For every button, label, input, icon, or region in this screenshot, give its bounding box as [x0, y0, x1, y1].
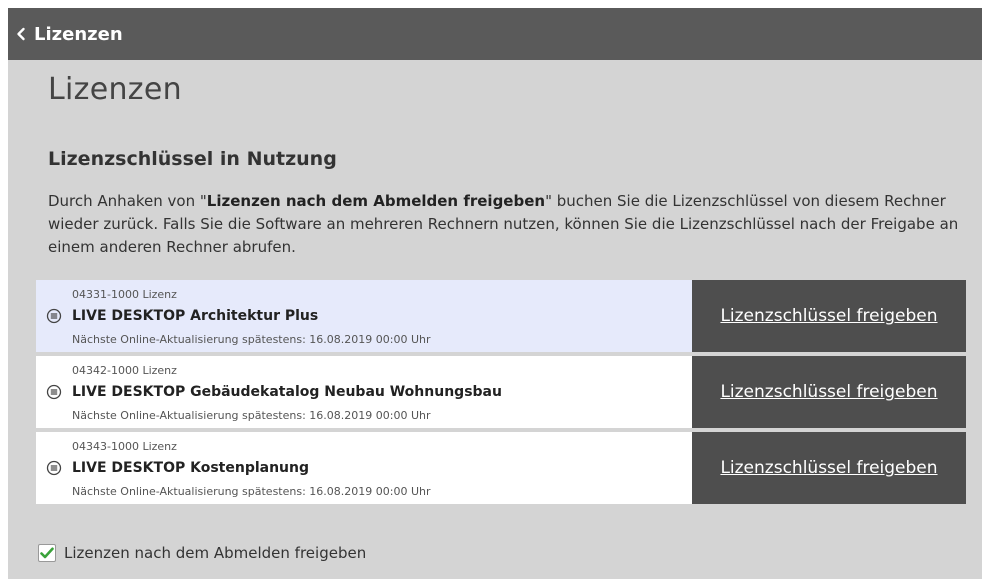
- page-title: Lizenzen: [48, 72, 182, 107]
- license-status-icon: [46, 384, 62, 400]
- description-text: Durch Anhaken von "Lizenzen nach dem Abm…: [48, 190, 978, 259]
- release-license-button[interactable]: Lizenzschlüssel freigeben: [692, 280, 966, 352]
- license-name: LIVE DESKTOP Architektur Plus: [72, 308, 319, 324]
- license-status-icon: [46, 460, 62, 476]
- release-on-logout-label: Lizenzen nach dem Abmelden freigeben: [64, 544, 367, 562]
- license-info[interactable]: 04331-1000 Lizenz LIVE DESKTOP Architekt…: [36, 280, 692, 352]
- release-on-logout-checkbox[interactable]: [38, 544, 56, 562]
- checkmark-icon: [40, 547, 54, 559]
- license-name: LIVE DESKTOP Gebäudekatalog Neubau Wohnu…: [72, 384, 502, 400]
- license-name-line: LIVE DESKTOP Kostenplanung: [46, 460, 309, 476]
- release-license-button[interactable]: Lizenzschlüssel freigeben: [692, 432, 966, 504]
- license-window: Lizenzen Lizenzen Lizenzschlüssel in Nut…: [8, 8, 982, 579]
- description-prefix: Durch Anhaken von ": [48, 192, 207, 210]
- license-row[interactable]: 04331-1000 Lizenz LIVE DESKTOP Architekt…: [36, 280, 966, 352]
- license-status-icon: [46, 308, 62, 324]
- license-name-line: LIVE DESKTOP Gebäudekatalog Neubau Wohnu…: [46, 384, 502, 400]
- release-on-logout-option[interactable]: Lizenzen nach dem Abmelden freigeben: [38, 544, 366, 562]
- license-update-info: Nächste Online-Aktualisierung spätestens…: [72, 333, 431, 346]
- license-list: 04331-1000 Lizenz LIVE DESKTOP Architekt…: [36, 280, 966, 508]
- license-id: 04342-1000 Lizenz: [72, 364, 177, 377]
- license-id: 04343-1000 Lizenz: [72, 440, 177, 453]
- license-name-line: LIVE DESKTOP Architektur Plus: [46, 308, 318, 324]
- license-row[interactable]: 04342-1000 Lizenz LIVE DESKTOP Gebäudeka…: [36, 356, 966, 428]
- back-button[interactable]: [8, 8, 34, 60]
- license-update-info: Nächste Online-Aktualisierung spätestens…: [72, 485, 431, 498]
- section-heading: Lizenzschlüssel in Nutzung: [48, 148, 337, 170]
- license-info[interactable]: 04343-1000 Lizenz LIVE DESKTOP Kostenpla…: [36, 432, 692, 504]
- license-row[interactable]: 04343-1000 Lizenz LIVE DESKTOP Kostenpla…: [36, 432, 966, 504]
- license-update-info: Nächste Online-Aktualisierung spätestens…: [72, 409, 431, 422]
- license-name: LIVE DESKTOP Kostenplanung: [72, 460, 310, 476]
- license-id: 04331-1000 Lizenz: [72, 288, 177, 301]
- window-title: Lizenzen: [34, 23, 123, 45]
- title-bar: Lizenzen: [8, 8, 982, 60]
- chevron-left-icon: [17, 27, 25, 41]
- release-license-button[interactable]: Lizenzschlüssel freigeben: [692, 356, 966, 428]
- license-info[interactable]: 04342-1000 Lizenz LIVE DESKTOP Gebäudeka…: [36, 356, 692, 428]
- description-bold: Lizenzen nach dem Abmelden freigeben: [206, 192, 546, 210]
